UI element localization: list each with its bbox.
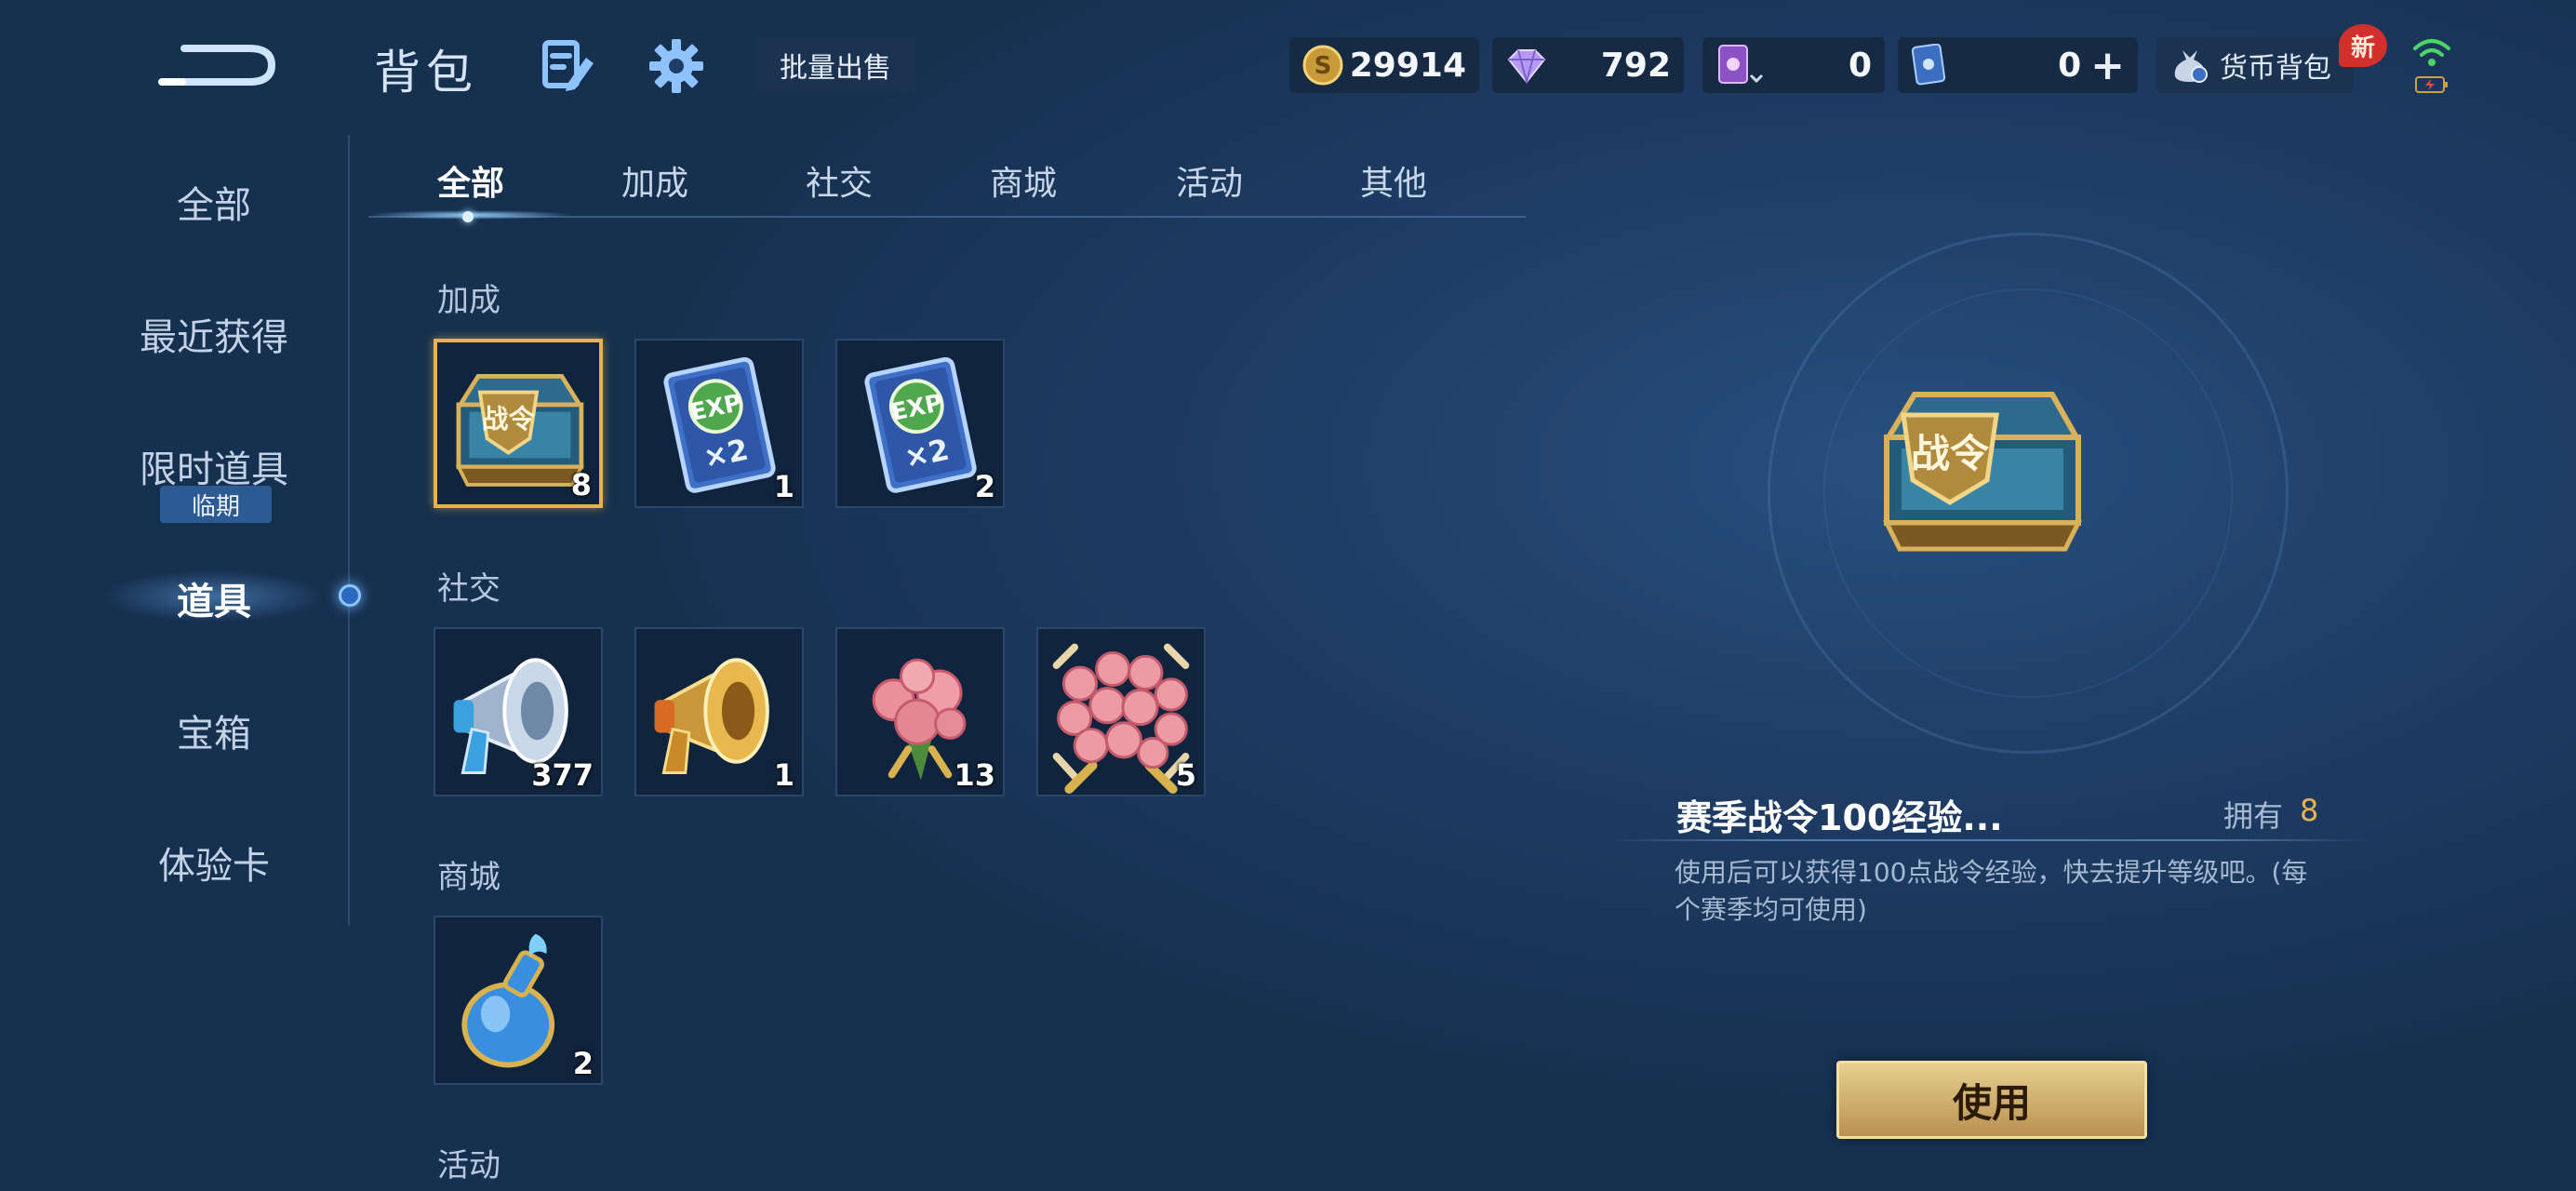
item-count: 5 (1175, 757, 1196, 793)
sidebar-item-all[interactable]: 全部 (65, 175, 363, 229)
item-rose-bouquet[interactable]: 13 (835, 627, 1005, 796)
sidebar-item-chest[interactable]: 宝箱 (65, 703, 363, 757)
expiring-badge: 临期 (160, 486, 272, 523)
section-label-bonus: 加成 (437, 282, 501, 319)
add-currency-button[interactable]: + (2090, 42, 2125, 89)
wifi-icon (2413, 39, 2450, 66)
tab-other[interactable]: 其他 (1338, 156, 1449, 205)
sidebar-item-recent[interactable]: 最近获得 (65, 307, 363, 361)
diamond-amount: 792 (1600, 46, 1671, 85)
bulk-sell-button[interactable]: 批量出售 (755, 37, 915, 93)
battery-icon (2415, 76, 2448, 93)
item-count: 13 (954, 757, 995, 793)
tab-shop[interactable]: 商城 (968, 156, 1079, 205)
currency-wallet-button[interactable]: 货币背包 (2156, 37, 2354, 93)
page-title: 背包 (374, 46, 478, 100)
sidebar-divider (348, 135, 350, 926)
svg-text:S: S (1315, 52, 1332, 80)
chest-badge-text: 战令 (482, 403, 536, 435)
item-count: 8 (570, 467, 592, 502)
detail-owned-count: 8 (2300, 793, 2319, 828)
gold-currency: S 29914 (1289, 37, 1479, 93)
item-gold-megaphone[interactable]: 1 (634, 627, 804, 796)
detail-item-name: 赛季战令100经验... (1676, 797, 2003, 838)
item-count: 1 (773, 757, 794, 793)
item-count: 377 (531, 757, 594, 793)
tab-social[interactable]: 社交 (783, 156, 895, 205)
item-battle-pass-chest[interactable]: 战令 8 (434, 339, 603, 508)
tab-active-dot (462, 211, 474, 222)
blue-card-icon (1911, 44, 1946, 86)
gold-amount: 29914 (1349, 46, 1466, 85)
item-count: 1 (773, 469, 794, 504)
item-exp-card[interactable]: EXP ×2 2 (835, 339, 1005, 508)
card-amount: 0 (2058, 46, 2082, 85)
purple-ticket-icon (1718, 45, 1764, 84)
sidebar-active-indicator (339, 584, 361, 607)
item-count: 2 (572, 1046, 594, 1081)
currency-wallet-label: 货币背包 (2220, 52, 2331, 85)
tab-bonus[interactable]: 加成 (599, 156, 711, 205)
gear-icon[interactable] (647, 37, 705, 95)
money-bag-icon (2174, 50, 2208, 83)
item-large-rose-bouquet[interactable]: 5 (1036, 627, 1206, 796)
section-label-event: 活动 (437, 1147, 501, 1184)
detail-description: 使用后可以获得100点战令经验，快去提升等级吧。(每个赛季均可使用) (1675, 857, 2308, 925)
tab-all[interactable]: 全部 (415, 156, 527, 205)
battle-pass-chest-large-icon: 战令 (1882, 392, 2083, 552)
section-label-shop: 商城 (437, 859, 501, 896)
detail-divider (1609, 839, 2369, 841)
sidebar-item-trial-card[interactable]: 体验卡 (65, 836, 363, 890)
sidebar-item-props[interactable]: 道具 (65, 571, 363, 625)
use-button[interactable]: 使用 (1836, 1061, 2147, 1139)
new-badge: 新 (2339, 24, 2387, 67)
item-potion-bottle[interactable]: 2 (434, 916, 603, 1085)
gold-coin-icon: S (1302, 45, 1343, 86)
item-count: 2 (974, 469, 995, 504)
diamond-icon (1507, 49, 1546, 84)
back-icon[interactable] (158, 28, 279, 102)
tab-event[interactable]: 活动 (1154, 156, 1265, 205)
ticket-currency: 0 (1702, 37, 1885, 93)
edit-icon[interactable] (540, 37, 597, 95)
detail-owned-label: 拥有 (2223, 798, 2284, 834)
item-silver-megaphone[interactable]: 377 (434, 627, 603, 796)
diamond-currency: 792 (1492, 37, 1684, 93)
ticket-amount: 0 (1848, 46, 1872, 85)
detail-chest-badge: 战令 (1911, 431, 1990, 476)
card-currency: 0 + (1898, 37, 2138, 93)
item-exp-card[interactable]: EXP ×2 1 (634, 339, 804, 508)
section-label-social: 社交 (437, 570, 501, 608)
